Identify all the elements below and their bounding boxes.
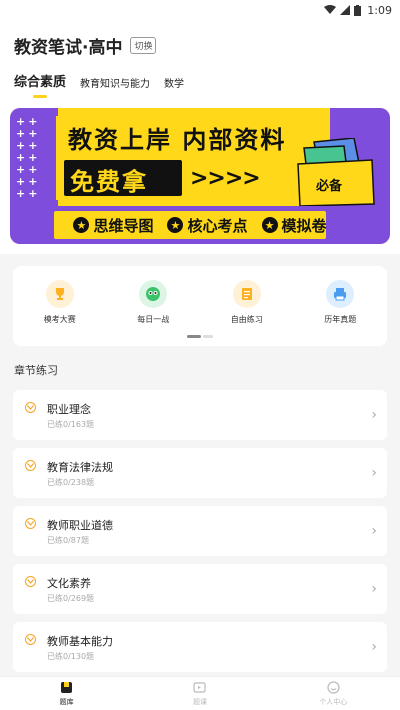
chevron-down-circle-icon	[25, 634, 36, 645]
chapter-name: 文化素养	[47, 576, 91, 590]
feature-label: 思维导图	[93, 216, 154, 235]
chapter-progress: 已练0/269题	[47, 593, 95, 603]
chevron-right-icon: ›	[371, 639, 377, 655]
quick-action-label: 每日一战	[137, 315, 170, 324]
carousel-pager	[187, 335, 213, 338]
chevron-right-icon: ›	[371, 581, 377, 597]
banner-features: ★ 思维导图 ★ 核心考点 ★ 模拟卷	[10, 206, 390, 244]
chapter-text: 文化素养 已练0/269题	[47, 575, 94, 604]
chapter-item[interactable]: 教师基本能力 已练0/130题 ›	[13, 622, 387, 672]
tab-comprehensive-quality[interactable]: 综合素质	[14, 71, 66, 98]
chapter-name: 教师基本能力	[47, 634, 113, 648]
status-bar: 1:09	[0, 0, 400, 20]
quick-action-label: 自由练习	[230, 315, 263, 324]
pager-dot	[203, 335, 213, 338]
feature-mock-exam: ★ 模拟卷	[261, 215, 327, 236]
signal-icon	[340, 5, 351, 15]
section-title: 章节练习	[14, 364, 58, 377]
quick-action-label: 历年真题	[324, 315, 357, 324]
page-title: 教资笔试·高中	[14, 37, 123, 58]
chapter-progress: 已练0/163题	[47, 419, 95, 429]
quick-action-label: 模考大赛	[43, 315, 76, 324]
switch-exam-button[interactable]: 切换	[130, 36, 157, 54]
nav-label: 个人中心	[319, 697, 348, 706]
chevron-right-icon: ›	[371, 523, 377, 539]
quick-action-free-practice[interactable]: 自由练习	[212, 280, 282, 346]
nav-profile[interactable]: 个人中心	[283, 681, 383, 707]
subject-tabs: 综合素质 教育知识与能力 数学	[14, 68, 386, 98]
star-icon: ★	[73, 217, 90, 233]
notepad-icon	[232, 280, 261, 308]
feature-label: 模拟卷	[281, 216, 327, 235]
chevron-right-icon: ›	[371, 407, 377, 423]
feature-label: 核心考点	[187, 216, 248, 235]
pager-dot-active	[187, 335, 201, 338]
chapter-name: 教育法律法规	[47, 460, 113, 474]
tab-math[interactable]: 数学	[164, 75, 184, 98]
nav-question-bank[interactable]: 题库	[17, 681, 117, 707]
feature-mindmap: ★ 思维导图	[73, 215, 153, 236]
star-icon: ★	[261, 217, 278, 233]
chevron-down-circle-icon	[25, 402, 36, 413]
chapter-list: 职业理念 已练0/163题 › 教育法律法规 已练0/238题 › 教师职业道德…	[0, 390, 400, 672]
chapter-text: 职业理念 已练0/163题	[47, 401, 94, 430]
battery-icon	[354, 4, 362, 16]
bottom-nav: 题库 题课 个人中心	[0, 676, 400, 710]
nav-video-lessons[interactable]: 题课	[150, 681, 250, 707]
chapter-progress: 已练0/130题	[47, 651, 95, 661]
owl-icon	[139, 280, 168, 308]
question-bank-icon	[60, 681, 74, 695]
banner-arrows: >>>>	[190, 166, 261, 191]
banner-badge: 必备	[315, 178, 343, 194]
chapter-item[interactable]: 文化素养 已练0/269题 ›	[13, 564, 387, 614]
nav-label: 题课	[192, 697, 207, 706]
chevron-right-icon: ›	[371, 465, 377, 481]
chapter-text: 教师职业道德 已练0/87题	[47, 517, 113, 546]
header: 教资笔试·高中 切换 综合素质 教育知识与能力 数学	[0, 20, 400, 98]
folder-icon: 必备	[297, 138, 375, 206]
quick-action-daily-challenge[interactable]: 每日一战	[118, 280, 188, 346]
chapter-name: 职业理念	[47, 402, 91, 416]
chapter-name: 教师职业道德	[47, 518, 113, 532]
banner-headline: 教资上岸 内部资料	[68, 126, 287, 154]
title-row: 教资笔试·高中 切换	[14, 30, 386, 60]
banner-wrap: ++ ++ ++ ++ ++ ++ ++ 教资上岸 内部资料 免费拿 >>>> 必备 ★ 思维…	[0, 98, 400, 254]
quick-action-mock-contest[interactable]: 模考大赛	[25, 280, 95, 346]
printer-icon	[326, 280, 355, 308]
feature-core-points: ★ 核心考点	[167, 215, 248, 236]
profile-icon	[326, 681, 340, 695]
video-lesson-icon	[193, 681, 207, 695]
chapter-item[interactable]: 教师职业道德 已练0/87题 ›	[13, 506, 387, 556]
chevron-down-circle-icon	[25, 460, 36, 471]
status-time: 1:09	[367, 3, 392, 17]
quick-action-past-papers[interactable]: 历年真题	[305, 280, 375, 346]
chapter-text: 教师基本能力 已练0/130题	[47, 633, 113, 662]
status-icons	[324, 4, 362, 16]
chapter-progress: 已练0/238题	[47, 477, 95, 487]
chevron-down-circle-icon	[25, 576, 36, 587]
promo-banner[interactable]: ++ ++ ++ ++ ++ ++ ++ 教资上岸 内部资料 免费拿 >>>> 必备 ★ 思维…	[10, 108, 390, 244]
chapter-text: 教育法律法规 已练0/238题	[47, 459, 113, 488]
chevron-down-circle-icon	[25, 518, 36, 529]
wifi-icon	[324, 5, 337, 14]
trophy-icon	[45, 280, 74, 308]
tab-education-knowledge[interactable]: 教育知识与能力	[80, 75, 150, 98]
chapter-progress: 已练0/87题	[47, 535, 89, 545]
nav-label: 题库	[59, 697, 74, 706]
chapter-item[interactable]: 职业理念 已练0/163题 ›	[13, 390, 387, 440]
quick-actions: 模考大赛 每日一战 自由练习 历年真题	[13, 266, 387, 346]
plus-pattern-decoration: ++ ++ ++ ++ ++ ++ ++	[16, 115, 41, 200]
star-icon: ★	[167, 217, 184, 233]
banner-subheadline: 免费拿	[70, 168, 148, 196]
chapter-item[interactable]: 教育法律法规 已练0/238题 ›	[13, 448, 387, 498]
